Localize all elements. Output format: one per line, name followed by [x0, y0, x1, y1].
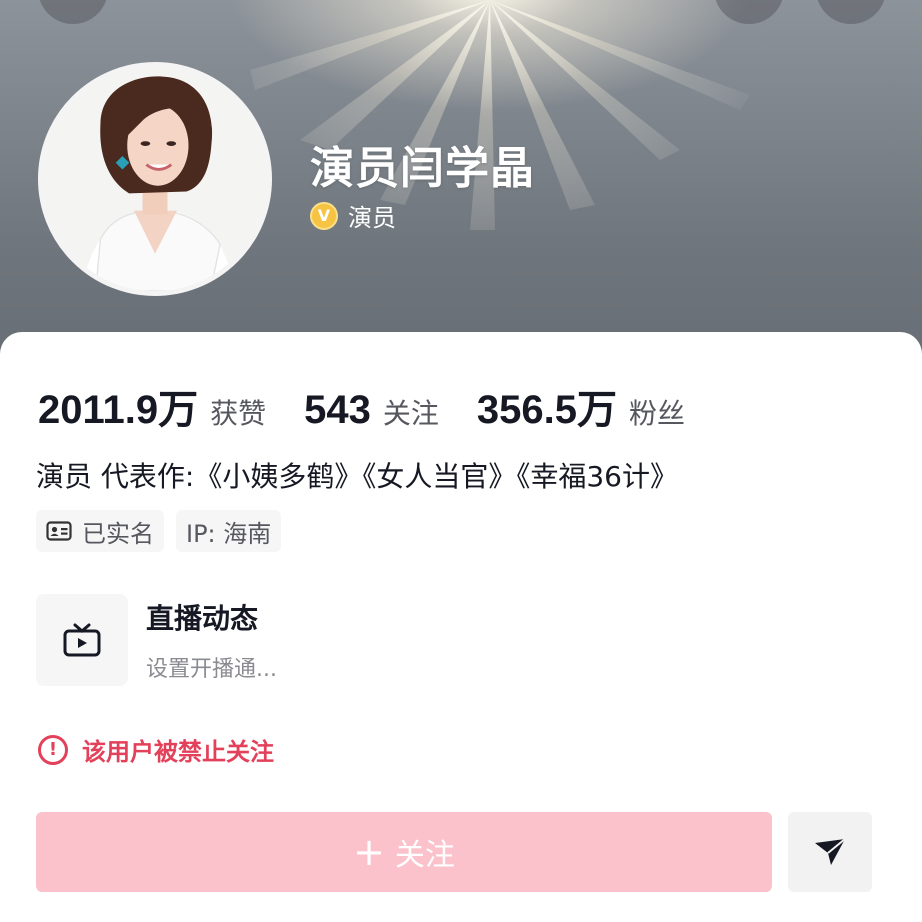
plus-icon: +: [353, 830, 385, 874]
stat-followers[interactable]: 356.5万 粉丝: [477, 377, 685, 435]
profile-tags: 已实名 IP: 海南: [36, 510, 293, 552]
ip-location-label: IP: 海南: [186, 519, 272, 548]
ip-location-tag: IP: 海南: [176, 510, 282, 552]
follow-banned-text: 该用户被禁止关注: [82, 738, 274, 766]
live-title: 直播动态: [146, 602, 259, 635]
follow-button[interactable]: + 关注: [36, 812, 772, 892]
follow-button-label: 关注: [394, 838, 455, 873]
verification-label: 演员: [348, 204, 396, 232]
realname-label: 已实名: [82, 519, 154, 548]
stat-likes-value: 2011.9万: [38, 388, 199, 432]
avatar[interactable]: [38, 62, 272, 296]
profile-nickname: 演员闫学晶: [310, 143, 535, 194]
stat-following-value: 543: [304, 388, 371, 432]
follow-banned-notice: ! 该用户被禁止关注: [38, 732, 274, 767]
verified-badge-icon: V: [310, 201, 338, 230]
avatar-portrait: [43, 67, 267, 291]
realname-tag[interactable]: 已实名: [36, 510, 164, 552]
share-button[interactable]: [788, 812, 872, 892]
live-icon-box: [36, 594, 128, 686]
id-card-icon: [46, 521, 72, 541]
stat-likes-label: 获赞: [210, 397, 267, 430]
stat-followers-label: 粉丝: [629, 397, 686, 430]
stats-row: 2011.9万 获赞 543 关注 356.5万 粉丝: [38, 377, 723, 435]
live-subtitle: 设置开播通...: [146, 657, 277, 682]
paper-plane-icon: [815, 838, 846, 865]
stat-likes: 2011.9万 获赞: [38, 377, 266, 435]
verification-row: V 演员: [310, 198, 396, 233]
stat-followers-value: 356.5万: [476, 388, 618, 432]
tv-icon: [63, 623, 101, 657]
profile-bio: 演员 代表作:《小姨多鹤》《女人当官》《幸福36计》: [36, 460, 678, 493]
warning-icon: !: [38, 734, 68, 765]
stat-following[interactable]: 543 关注: [304, 388, 439, 433]
stat-following-label: 关注: [382, 397, 439, 430]
live-status-entry[interactable]: 直播动态 设置开播通...: [36, 594, 277, 686]
